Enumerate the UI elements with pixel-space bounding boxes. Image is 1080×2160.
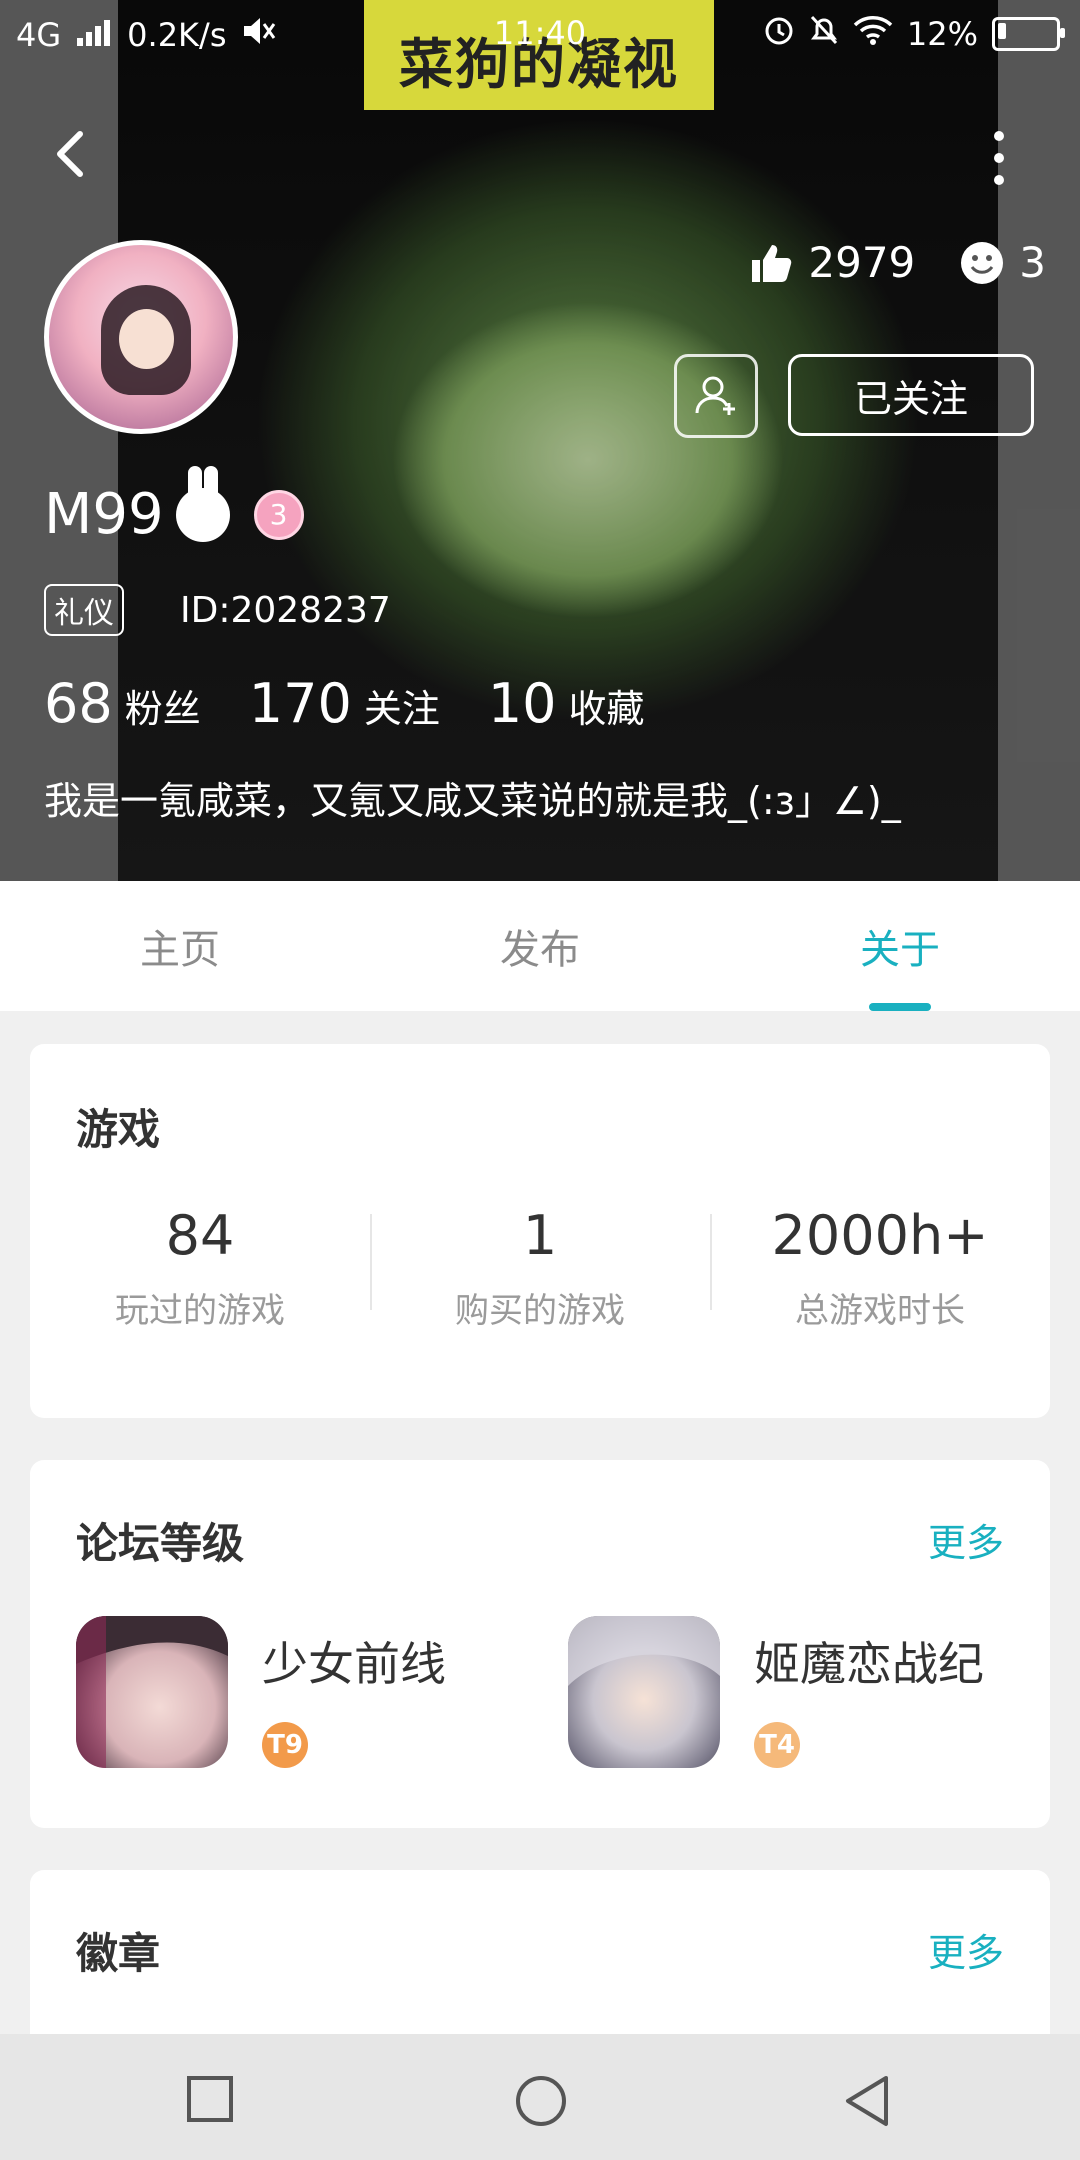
triangle-back-icon bbox=[846, 2076, 888, 2126]
back-nav-button[interactable] bbox=[842, 2074, 892, 2126]
following-count[interactable]: 170 关注 bbox=[249, 672, 440, 735]
fans-count[interactable]: 68 粉丝 bbox=[44, 672, 201, 735]
forum-level-badge: T9 bbox=[262, 1722, 308, 1768]
forum-item-name: 少女前线 bbox=[262, 1637, 446, 1691]
rabbit-icon bbox=[175, 465, 230, 542]
tab-posts[interactable]: 发布 bbox=[360, 881, 720, 1011]
forum-card-title: 论坛等级 bbox=[76, 1519, 245, 1568]
profile-tabs: 主页 发布 关于 bbox=[0, 881, 1080, 1011]
tab-posts-label: 发布 bbox=[500, 927, 580, 973]
purchased-games-label: 购买的游戏 bbox=[455, 1291, 625, 1331]
more-dot-icon bbox=[994, 153, 1004, 163]
home-button[interactable] bbox=[514, 2074, 566, 2126]
favorites-number: 10 bbox=[487, 672, 557, 735]
square-icon bbox=[187, 2076, 233, 2122]
tab-about[interactable]: 关于 bbox=[720, 881, 1080, 1011]
likes-count: 2979 bbox=[808, 238, 916, 287]
back-button[interactable] bbox=[44, 124, 104, 184]
likes-stat[interactable]: 2979 bbox=[748, 238, 915, 287]
tab-home[interactable]: 主页 bbox=[0, 881, 360, 1011]
played-games-label: 玩过的游戏 bbox=[115, 1291, 285, 1331]
more-options-button[interactable] bbox=[984, 128, 1014, 188]
user-meta: 礼仪 ID:2028237 bbox=[44, 584, 391, 636]
forum-more-link[interactable]: 更多 bbox=[928, 1512, 1004, 1567]
follow-button[interactable]: 已关注 bbox=[788, 354, 1034, 436]
purchased-games-stat[interactable]: 1 购买的游戏 bbox=[370, 1204, 710, 1332]
level-badge: 3 bbox=[253, 489, 304, 540]
purchased-games-number: 1 bbox=[522, 1204, 558, 1267]
clock: 11:40 bbox=[493, 14, 587, 52]
follow-counts: 68 粉丝 170 关注 10 收藏 bbox=[44, 672, 645, 735]
game-icon-girls-frontline bbox=[76, 1616, 228, 1768]
forum-level-card: 论坛等级 更多 少女前线 T9 姬魔恋战纪 T4 bbox=[30, 1460, 1050, 1828]
user-tag: 礼仪 bbox=[44, 584, 124, 636]
active-tab-indicator bbox=[869, 1003, 931, 1011]
badges-card-title: 徽章 bbox=[76, 1929, 161, 1978]
status-bar: 4G 0.2K/s 11:40 12% bbox=[0, 0, 1080, 72]
forum-item-info: 姬魔恋战纪 T4 bbox=[754, 1616, 984, 1768]
username-row: M99 3 bbox=[44, 465, 304, 547]
reactions-stat[interactable]: 3 bbox=[959, 238, 1046, 287]
header-stats: 2979 3 bbox=[748, 238, 1046, 287]
thumbs-up-icon bbox=[752, 244, 792, 282]
forum-item-info: 少女前线 T9 bbox=[262, 1616, 446, 1768]
tab-about-label: 关于 bbox=[860, 927, 940, 973]
following-number: 170 bbox=[248, 672, 352, 735]
tab-home-label: 主页 bbox=[140, 927, 220, 973]
forum-level-badge: T4 bbox=[754, 1722, 800, 1768]
user-bio: 我是一氪咸菜，又氪又咸又菜说的就是我_(:з」∠)_ bbox=[44, 779, 901, 823]
user-id: ID:2028237 bbox=[180, 589, 391, 631]
played-games-number: 84 bbox=[165, 1204, 235, 1267]
add-friend-button[interactable] bbox=[674, 354, 758, 438]
more-dot-icon bbox=[994, 175, 1004, 185]
forum-item[interactable]: 姬魔恋战纪 T4 bbox=[568, 1616, 984, 1768]
add-user-icon bbox=[695, 376, 735, 415]
cover-shade bbox=[0, 0, 1080, 881]
smiley-icon bbox=[961, 241, 1004, 284]
username: M99 bbox=[44, 482, 164, 547]
fans-number: 68 bbox=[44, 672, 113, 735]
avatar[interactable] bbox=[44, 240, 238, 434]
favorites-count[interactable]: 10 收藏 bbox=[488, 672, 645, 735]
battery-icon bbox=[992, 17, 1065, 51]
favorites-label: 收藏 bbox=[568, 687, 645, 731]
forum-item-name: 姬魔恋战纪 bbox=[754, 1637, 984, 1691]
playtime-number: 2000h+ bbox=[771, 1204, 989, 1267]
game-icon-princess-devil bbox=[568, 1616, 720, 1768]
recents-button[interactable] bbox=[185, 2074, 235, 2124]
playtime-stat[interactable]: 2000h+ 总游戏时长 bbox=[710, 1204, 1050, 1332]
games-card-title: 游戏 bbox=[76, 1105, 161, 1154]
fans-label: 粉丝 bbox=[124, 687, 201, 731]
dnd-bell-icon bbox=[809, 14, 839, 54]
following-label: 关注 bbox=[363, 687, 440, 731]
wifi-icon bbox=[853, 15, 893, 53]
badges-more-link[interactable]: 更多 bbox=[928, 1922, 1004, 1977]
games-card: 游戏 84 玩过的游戏 1 购买的游戏 2000h+ 总游戏时长 bbox=[30, 1044, 1050, 1418]
more-dot-icon bbox=[994, 131, 1004, 141]
forum-item[interactable]: 少女前线 T9 bbox=[76, 1616, 446, 1768]
alarm-icon bbox=[763, 14, 795, 54]
playtime-label: 总游戏时长 bbox=[795, 1291, 965, 1331]
profile-header: 菜狗的凝视 4G 0.2K/s 11:40 12% 2979 3 已关注 M99… bbox=[0, 0, 1080, 881]
reactions-count: 3 bbox=[1019, 238, 1046, 287]
played-games-stat[interactable]: 84 玩过的游戏 bbox=[30, 1204, 370, 1332]
circle-icon bbox=[516, 2076, 566, 2126]
system-nav-bar bbox=[0, 2034, 1080, 2160]
chevron-left-icon bbox=[57, 131, 83, 177]
battery-percent: 12% bbox=[906, 15, 978, 53]
games-stats: 84 玩过的游戏 1 购买的游戏 2000h+ 总游戏时长 bbox=[30, 1204, 1050, 1332]
